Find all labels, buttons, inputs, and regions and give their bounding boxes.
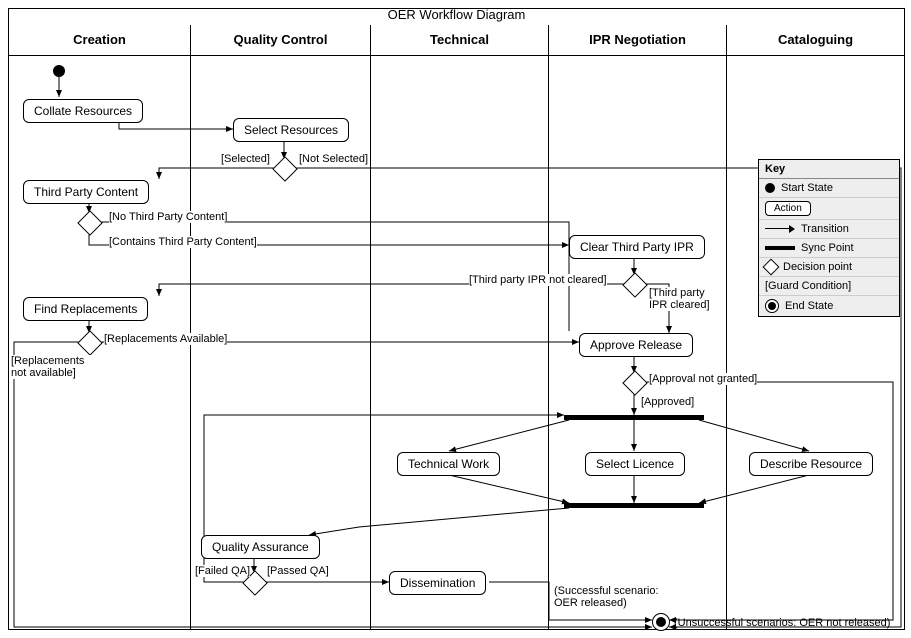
start-state [53,65,65,77]
guard-contains-tpc: [Contains Third Party Content] [109,236,257,248]
sync-join [564,503,704,508]
guard-repl-not-avail: [Replacements not available] [11,355,91,379]
decision-icon [763,259,780,276]
lane-header: IPR Negotiation [549,25,726,56]
legend-row: Start State [759,179,899,198]
guard-ipr-cleared: [Third party IPR cleared] [649,287,719,311]
legend-label: Transition [801,223,849,235]
action-approve-release: Approve Release [579,333,693,357]
guard-not-selected: [Not Selected] [299,153,368,165]
guard-approved: [Approved] [641,396,694,408]
lane-header: Cataloguing [727,25,904,56]
start-state-icon [765,183,775,193]
action-describe-resource: Describe Resource [749,452,873,476]
legend-label: Start State [781,182,833,194]
action-find-replacements: Find Replacements [23,297,148,321]
lane-header: Creation [9,25,190,56]
workflow-diagram: OER Workflow Diagram Creation Quality Co… [8,8,905,630]
legend: Key Start State Action Transition Sync P… [758,159,900,317]
action-technical-work: Technical Work [397,452,500,476]
guard-failed-qa: [Failed QA] [195,565,250,577]
legend-label: Sync Point [801,242,854,254]
action-select-resources: Select Resources [233,118,349,142]
end-state-icon [765,299,779,313]
note-success: (Successful scenario: OER released) [554,585,684,609]
diagram-title: OER Workflow Diagram [9,7,904,22]
action-dissemination: Dissemination [389,571,486,595]
legend-label: End State [785,300,833,312]
action-quality-assurance: Quality Assurance [201,535,320,559]
sync-fork [564,415,704,420]
lane-header: Technical [371,25,548,56]
action-collate-resources: Collate Resources [23,99,143,123]
guard-selected: [Selected] [221,153,270,165]
legend-label: Decision point [783,261,852,273]
legend-label: [Guard Condition] [765,280,851,292]
diagram-canvas: Collate Resources Select Resources Third… [9,55,904,629]
legend-row: Transition [759,220,899,239]
guard-ipr-not-cleared: [Third party IPR not cleared] [469,274,607,286]
legend-row: Action [759,198,899,220]
legend-row: Sync Point [759,239,899,258]
guard-repl-avail: [Replacements Available] [104,333,227,345]
lane-header: Quality Control [191,25,370,56]
action-select-licence: Select Licence [585,452,685,476]
legend-row: Decision point [759,258,899,277]
arrow-icon [765,224,795,234]
guard-approval-not-granted: [Approval not granted] [649,373,757,385]
guard-passed-qa: [Passed QA] [267,565,329,577]
legend-title: Key [759,160,899,179]
action-icon: Action [765,201,811,216]
end-state [652,613,670,631]
sync-icon [765,246,795,250]
legend-row: [Guard Condition] [759,277,899,296]
legend-row: End State [759,296,899,316]
guard-no-tpc: [No Third Party Content] [109,211,227,223]
action-clear-third-party-ipr: Clear Third Party IPR [569,235,705,259]
action-third-party-content: Third Party Content [23,180,149,204]
note-unsuccessful: (Unsuccessful scenarios: OER not release… [674,617,890,629]
